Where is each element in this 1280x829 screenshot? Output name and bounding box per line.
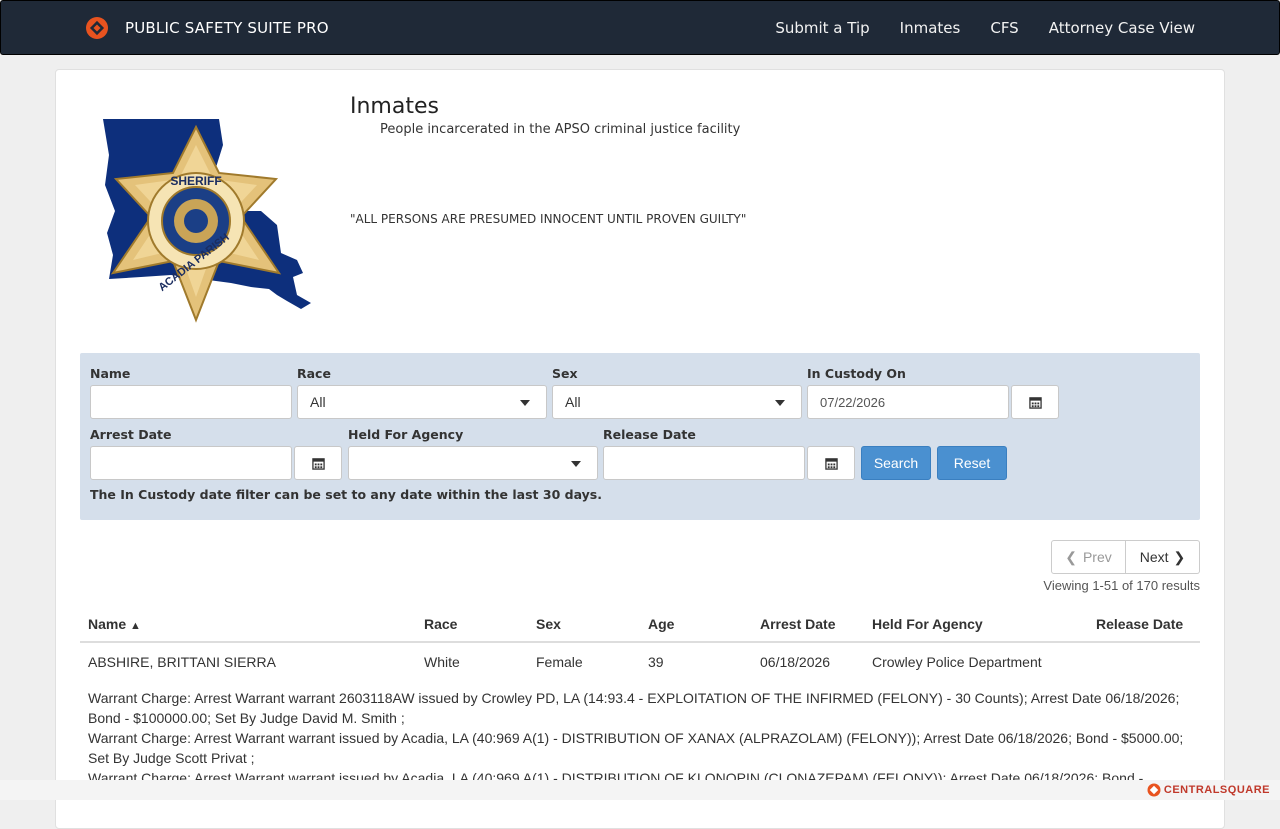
top-navbar: PUBLIC SAFETY SUITE PRO Submit a Tip Inm… (0, 0, 1280, 55)
charge-item: Warrant Charge: Arrest Warrant warrant 2… (88, 690, 1180, 726)
cell-age: 39 (648, 654, 664, 670)
chevron-down-icon (571, 461, 581, 467)
chevron-down-icon (520, 400, 530, 406)
arrest-date-label: Arrest Date (90, 427, 172, 442)
sheriff-badge-logo: SHERIFF ACADIA PARISH (103, 119, 311, 323)
chevron-right-icon: ❯ (1173, 548, 1186, 565)
bottom-bar (0, 780, 1280, 800)
innocence-notice: "ALL PERSONS ARE PRESUMED INNOCENT UNTIL… (350, 212, 747, 226)
nav-link-submit-tip[interactable]: Submit a Tip (775, 19, 869, 37)
filter-panel: Name Race All Sex All In Custody On 07/2… (80, 353, 1200, 520)
table-header: Name ▲ Race Sex Age Arrest Date Held For… (80, 610, 1200, 643)
held-for-agency-label: Held For Agency (348, 427, 464, 442)
next-label: Next (1139, 549, 1169, 565)
page-title: Inmates (350, 94, 439, 119)
release-date-calendar-button[interactable] (807, 446, 855, 480)
release-date-input[interactable] (603, 446, 805, 480)
cell-name: ABSHIRE, BRITTANI SIERRA (88, 654, 276, 670)
calendar-icon (824, 457, 838, 470)
column-header-age[interactable]: Age (648, 616, 674, 632)
cell-sex: Female (536, 654, 583, 670)
column-header-name[interactable]: Name ▲ (88, 616, 141, 632)
sort-ascending-icon: ▲ (130, 620, 141, 632)
prev-label: Prev (1082, 549, 1112, 565)
nav-link-attorney-case-view[interactable]: Attorney Case View (1049, 19, 1195, 37)
race-label: Race (297, 366, 331, 381)
in-custody-input[interactable]: 07/22/2026 (807, 385, 1009, 419)
main-card: SHERIFF ACADIA PARISH Inmates People inc… (55, 69, 1225, 829)
brand-name: PUBLIC SAFETY SUITE PRO (125, 19, 329, 37)
charges-list: Warrant Charge: Arrest Warrant warrant 2… (88, 688, 1198, 788)
calendar-icon (311, 457, 325, 470)
column-header-release-date[interactable]: Release Date (1096, 616, 1183, 632)
table-row[interactable]: ABSHIRE, BRITTANI SIERRA White Female 39… (80, 644, 1200, 680)
chevron-down-icon (775, 400, 785, 406)
centralsquare-text: CENTRALSQUARE (1163, 784, 1270, 796)
nav-link-inmates[interactable]: Inmates (900, 19, 961, 37)
column-header-name-label: Name (88, 616, 127, 632)
page-subtitle: People incarcerated in the APSO criminal… (380, 122, 741, 137)
centralsquare-logo[interactable]: CENTRALSQUARE (1147, 780, 1270, 800)
name-input[interactable] (90, 385, 292, 419)
cell-race: White (424, 654, 460, 670)
brand[interactable]: PUBLIC SAFETY SUITE PRO (85, 15, 329, 41)
race-select[interactable]: All (297, 385, 547, 419)
held-for-agency-select[interactable] (348, 446, 598, 480)
pagination: ❮ Prev Next ❯ (1051, 540, 1200, 574)
nav-link-cfs[interactable]: CFS (990, 19, 1018, 37)
arrest-date-input[interactable] (90, 446, 292, 480)
calendar-icon (1028, 396, 1042, 409)
sex-select[interactable]: All (552, 385, 802, 419)
sex-select-value: All (565, 394, 581, 410)
search-button[interactable]: Search (861, 446, 931, 480)
arrest-date-calendar-button[interactable] (294, 446, 342, 480)
svg-text:SHERIFF: SHERIFF (170, 174, 221, 188)
in-custody-calendar-button[interactable] (1011, 385, 1059, 419)
column-header-race[interactable]: Race (424, 616, 457, 632)
cell-held-for-agency: Crowley Police Department (872, 654, 1042, 670)
cell-arrest-date: 06/18/2026 (760, 654, 831, 670)
race-select-value: All (310, 394, 326, 410)
name-label: Name (90, 366, 131, 381)
in-custody-label: In Custody On (807, 366, 906, 381)
nav-links: Submit a Tip Inmates CFS Attorney Case V… (745, 1, 1195, 55)
reset-button[interactable]: Reset (937, 446, 1007, 480)
sex-label: Sex (552, 366, 578, 381)
next-button[interactable]: Next ❯ (1126, 540, 1200, 574)
release-date-label: Release Date (603, 427, 696, 442)
column-header-sex[interactable]: Sex (536, 616, 561, 632)
centralsquare-icon (1147, 783, 1161, 797)
brand-logo-icon (86, 17, 108, 39)
custody-filter-note: The In Custody date filter can be set to… (90, 487, 602, 502)
column-header-arrest-date[interactable]: Arrest Date (760, 616, 835, 632)
results-count: Viewing 1-51 of 170 results (1043, 578, 1200, 593)
chevron-left-icon: ❮ (1065, 548, 1077, 565)
charge-item: Warrant Charge: Arrest Warrant warrant i… (88, 730, 1184, 766)
column-header-held-for-agency[interactable]: Held For Agency (872, 616, 983, 632)
prev-button[interactable]: ❮ Prev (1051, 540, 1126, 574)
